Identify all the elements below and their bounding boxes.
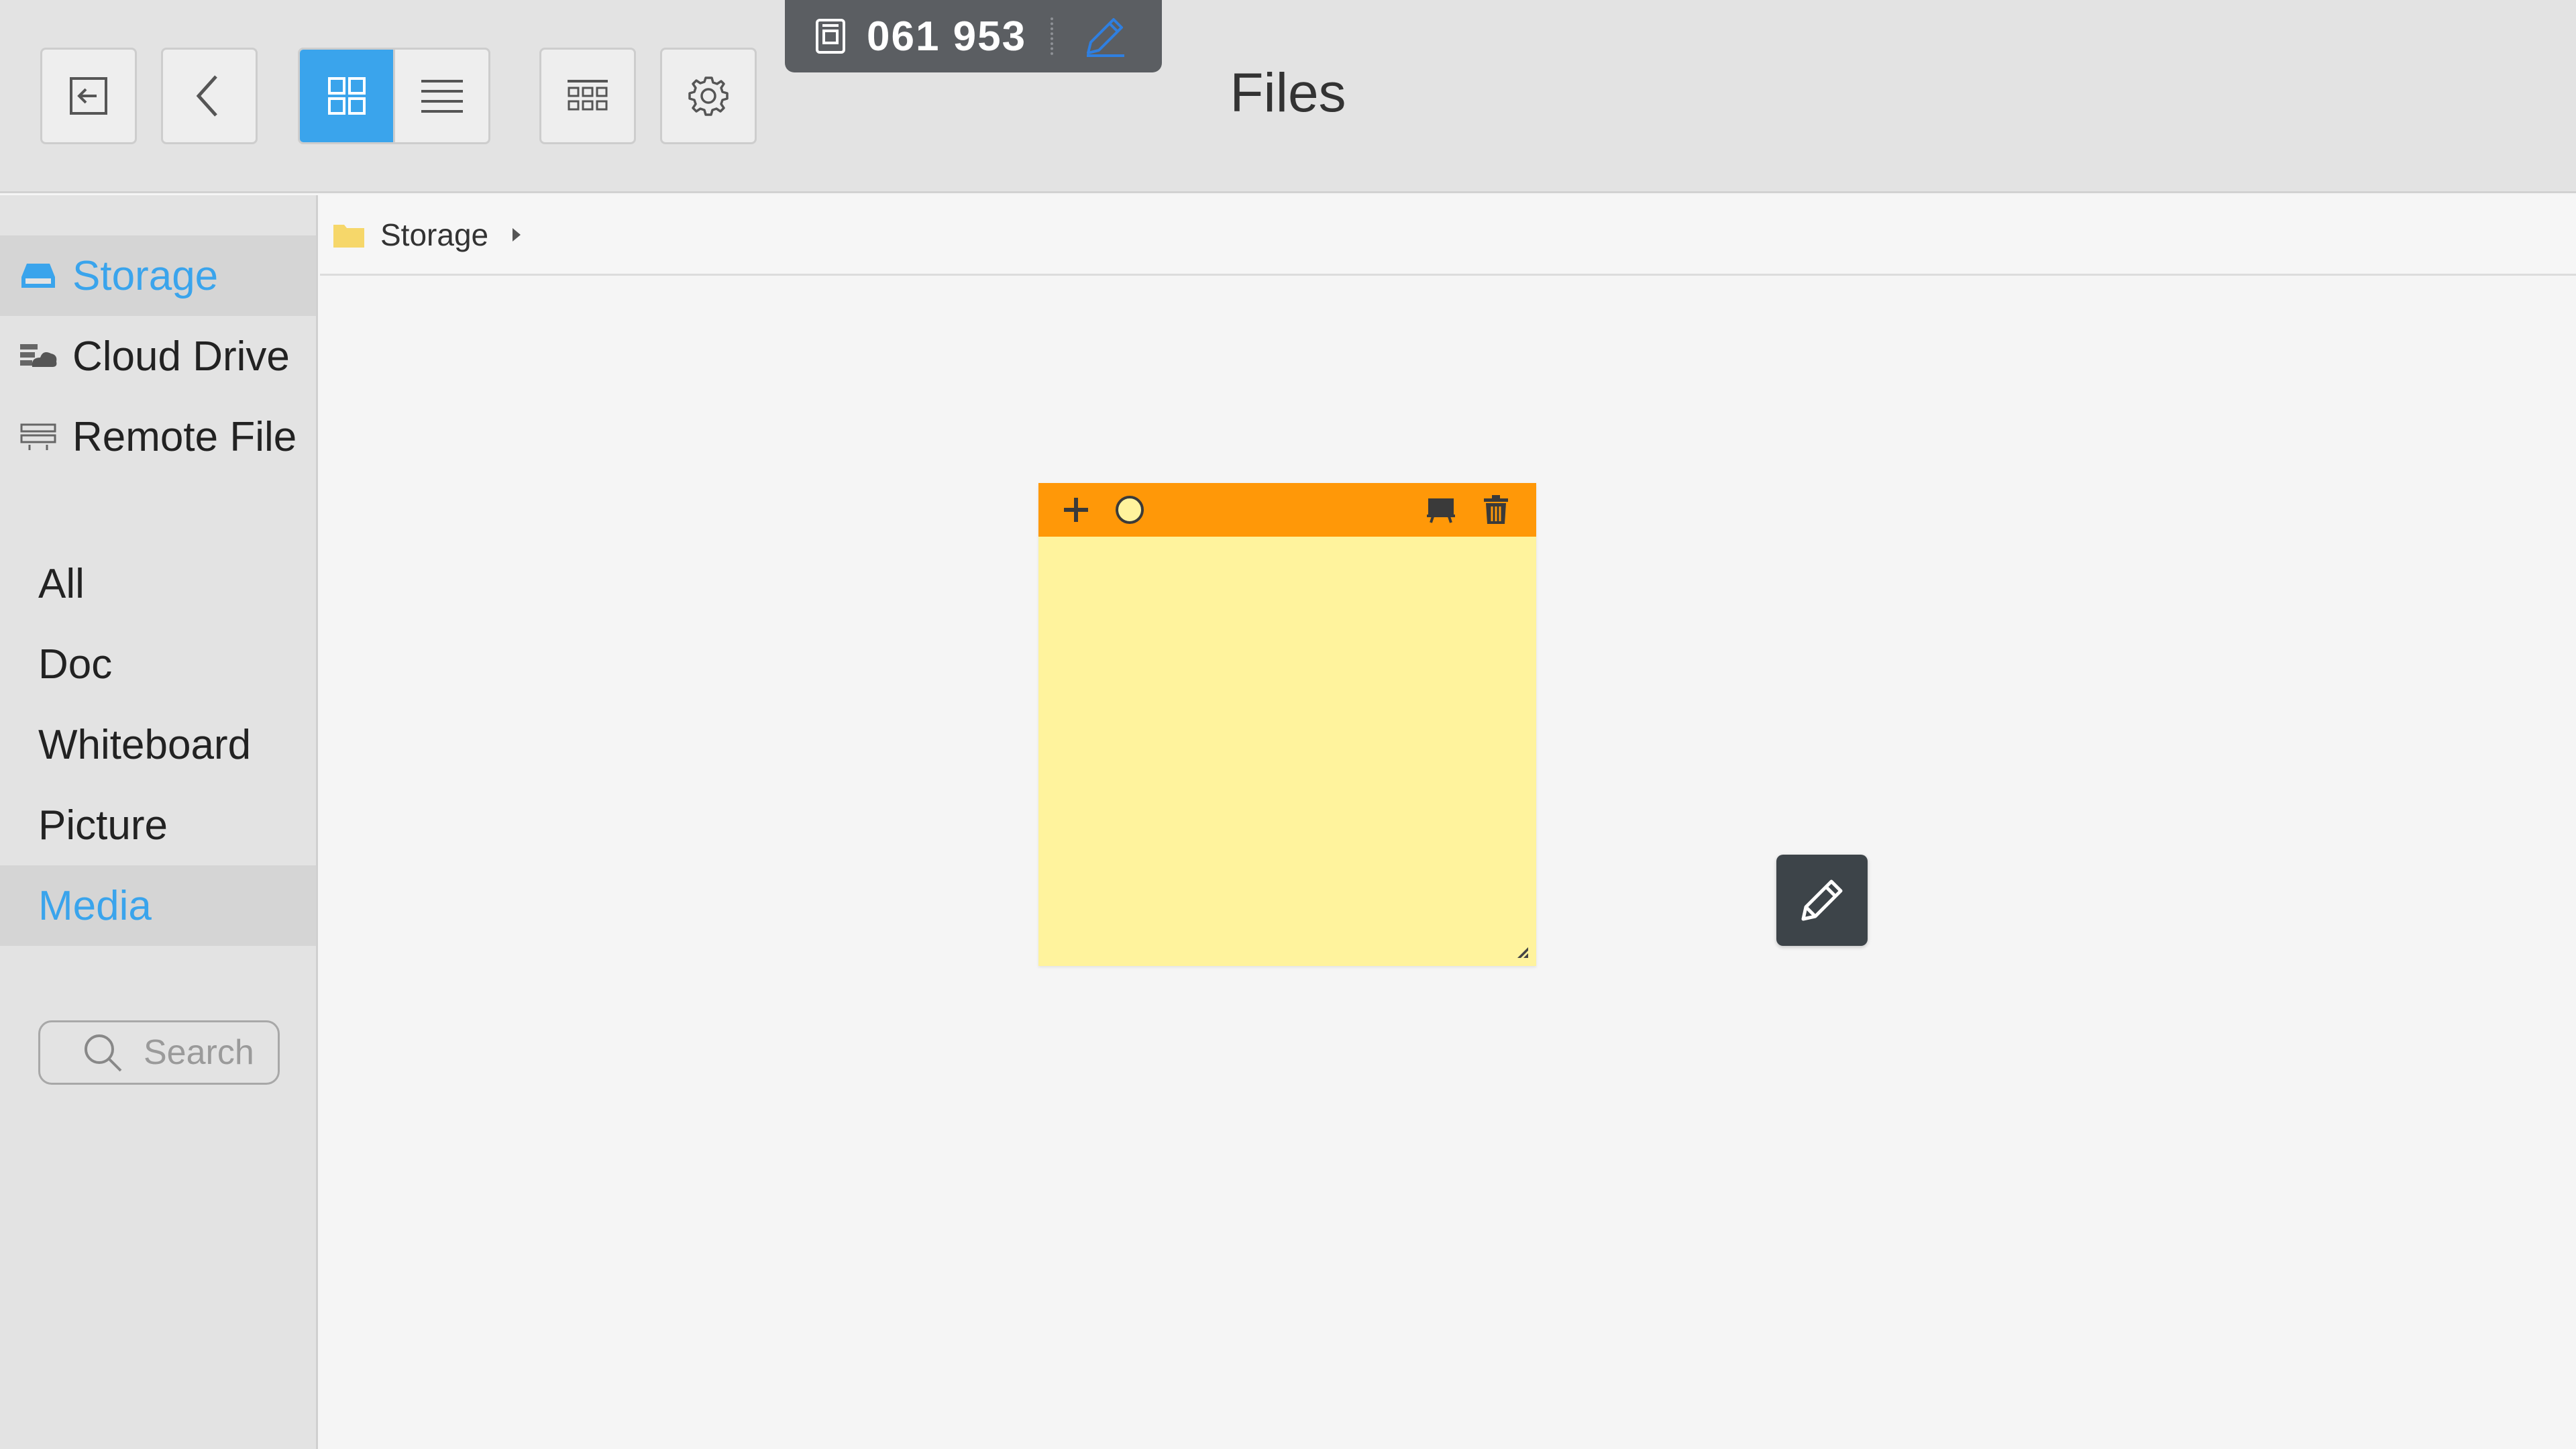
grid-view-button[interactable] — [300, 50, 393, 142]
sidebar-item-label: Remote File — [72, 413, 297, 460]
category-media[interactable]: Media — [0, 865, 316, 946]
list-view-icon — [421, 80, 463, 113]
multi-select-button[interactable] — [539, 48, 636, 144]
category-whiteboard[interactable]: Whiteboard — [0, 704, 316, 785]
search-placeholder: Search — [144, 1033, 254, 1072]
settings-button[interactable] — [660, 48, 757, 144]
sidebar-item-storage[interactable]: Storage — [0, 235, 316, 316]
list-view-button[interactable] — [393, 50, 488, 142]
back-button[interactable] — [161, 48, 258, 144]
exit-button[interactable] — [40, 48, 137, 144]
floating-pen-button[interactable] — [1776, 855, 1868, 946]
resize-handle-icon[interactable] — [1515, 945, 1529, 959]
chevron-left-icon — [196, 75, 217, 117]
pill-divider — [1051, 17, 1054, 55]
folder-icon — [333, 224, 364, 248]
category-doc[interactable]: Doc — [0, 624, 316, 704]
remote-file-icon — [19, 422, 59, 451]
pen-icon[interactable] — [1081, 13, 1128, 60]
meeting-code: 061 953 — [867, 13, 1027, 60]
breadcrumb-item-storage[interactable]: Storage — [380, 217, 488, 253]
color-circle-icon[interactable] — [1112, 492, 1147, 527]
sidebar: Storage Cloud Drive Remote File All Doc … — [0, 195, 318, 1449]
top-toolbar: Files — [0, 0, 2576, 193]
plus-icon[interactable] — [1059, 492, 1093, 527]
sidebar-item-cloud-drive[interactable]: Cloud Drive — [0, 316, 316, 396]
storage-icon — [19, 261, 59, 290]
board-icon[interactable] — [1424, 492, 1458, 527]
breadcrumb: Storage — [320, 195, 2576, 276]
trash-icon[interactable] — [1479, 492, 1513, 527]
category-all[interactable]: All — [0, 543, 316, 624]
pencil-icon — [1801, 879, 1843, 921]
view-toggle — [298, 48, 490, 144]
multi-select-icon — [568, 80, 608, 111]
page-title: Files — [1230, 62, 1346, 123]
meeting-code-pill[interactable]: 061 953 — [785, 0, 1162, 72]
category-picture[interactable]: Picture — [0, 785, 316, 865]
search-icon — [85, 1034, 122, 1072]
sticky-note-toolbar — [1038, 483, 1536, 537]
sticky-note[interactable] — [1038, 483, 1536, 966]
screen-share-icon — [816, 19, 845, 54]
cloud-drive-icon — [19, 341, 59, 371]
grid-view-icon — [327, 77, 366, 115]
sidebar-item-label: Cloud Drive — [72, 333, 290, 380]
caret-right-icon — [513, 227, 521, 241]
gear-icon — [688, 76, 729, 116]
sidebar-item-remote-file[interactable]: Remote File — [0, 396, 316, 477]
sidebar-item-label: Storage — [72, 252, 219, 299]
search-input[interactable]: Search — [38, 1020, 280, 1085]
exit-icon — [70, 77, 107, 115]
sticky-note-body[interactable] — [1038, 537, 1536, 966]
